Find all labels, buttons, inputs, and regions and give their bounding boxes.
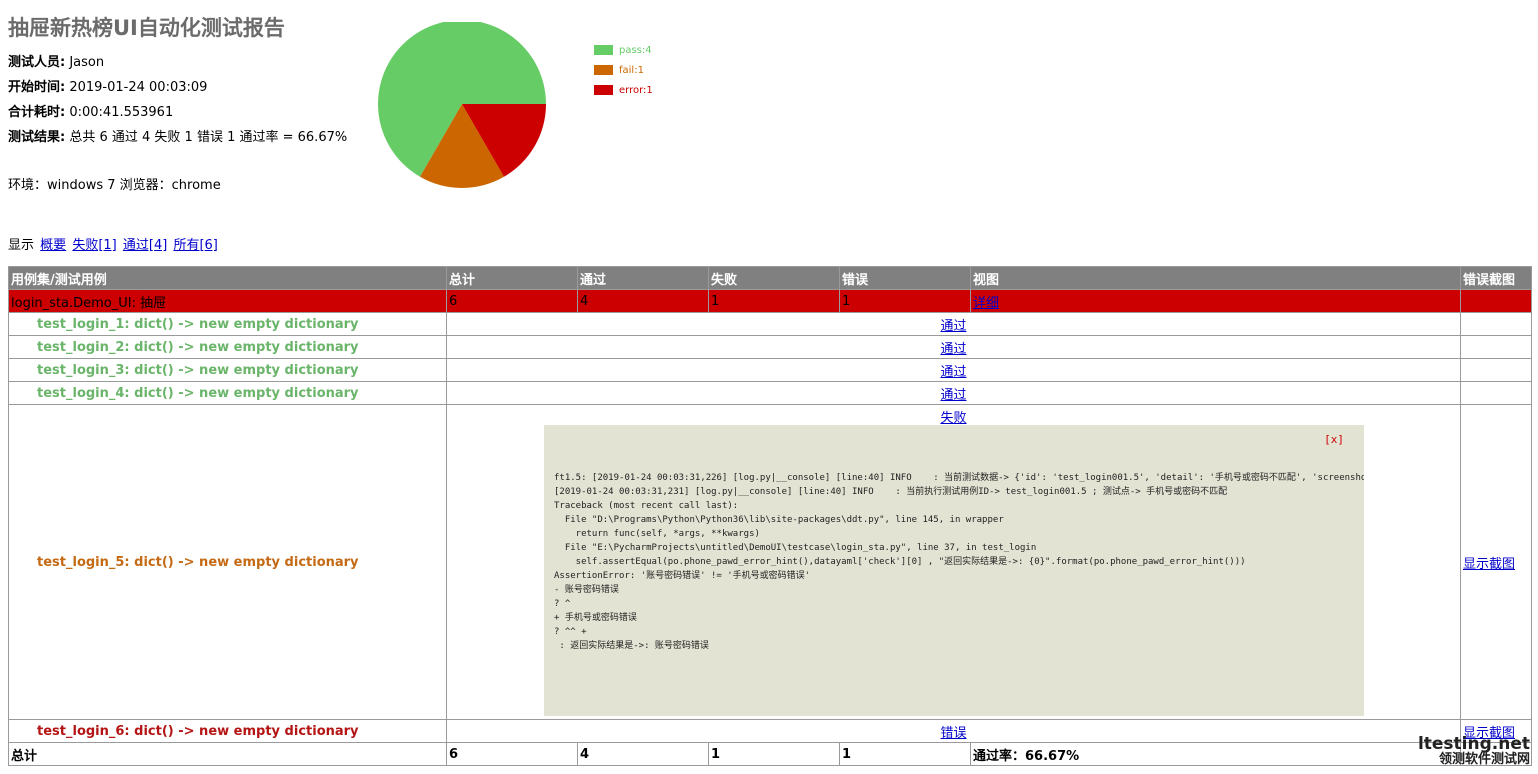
case-name: test_login_6: dict() -> new empty dictio… [8,719,447,743]
legend-fail-swatch [594,65,613,75]
total-row: 总计 6 4 1 1 通过率：66.67% [8,742,1532,766]
case-name: test_login_5: dict() -> new empty dictio… [8,404,447,720]
total-count: 6 [446,742,578,766]
attr-result: 测试结果: 总共 6 通过 4 失败 1 错误 1 通过率 = 66.67% [8,130,348,145]
attr-tester: 测试人员: Jason [8,55,105,70]
result-table: 用例集/测试用例 总计 通过 失败 错误 视图 错误截图 login_sta.D… [8,266,1532,766]
suite-detail-link[interactable]: 详细 [973,296,999,311]
suite-row: login_sta.Demo_UI: 抽屉 6 4 1 1 详细 [8,289,1532,313]
show-screenshot-link[interactable]: 显示截图 [1463,557,1515,572]
table-row: test_login_2: dict() -> new empty dictio… [8,335,1532,359]
attr-duration: 合计耗时: 0:00:41.553961 [8,105,174,120]
suite-error: 1 [839,289,971,313]
header-error: 错误 [839,266,971,290]
header-pass: 通过 [577,266,709,290]
filter-bar: 显示 概要 失败[1] 通过[4] 所有[6] [8,238,218,253]
result-pie-chart [378,22,546,188]
suite-name: login_sta.Demo_UI: 抽屉 [8,289,447,313]
filter-passed-link[interactable]: 通过[4] [123,238,167,253]
legend-error-swatch [594,85,613,95]
watermark: ltesting.net 领测软件测试网 [1417,734,1530,768]
total-label: 总计 [8,742,447,766]
legend-pass-swatch [594,45,613,55]
table-row: test_login_4: dict() -> new empty dictio… [8,381,1532,405]
header-case: 用例集/测试用例 [8,266,447,290]
total-error: 1 [839,742,971,766]
case-status-link[interactable]: 失败 [940,411,966,426]
header-total: 总计 [446,266,578,290]
suite-total: 6 [446,289,578,313]
attr-start-time: 开始时间: 2019-01-24 00:03:09 [8,80,208,95]
case-name: test_login_1: dict() -> new empty dictio… [8,312,447,336]
case-status-link[interactable]: 通过 [940,319,966,334]
case-name: test_login_3: dict() -> new empty dictio… [8,358,447,382]
filter-summary-link[interactable]: 概要 [40,238,66,253]
suite-pass: 4 [577,289,709,313]
total-pass: 4 [577,742,709,766]
case-status-link[interactable]: 通过 [940,365,966,380]
table-row: test_login_5: dict() -> new empty dictio… [8,404,1532,720]
total-pass-rate: 通过率：66.67% [970,742,1461,766]
case-name: test_login_4: dict() -> new empty dictio… [8,381,447,405]
environment-info: 环境：windows 7 浏览器：chrome [8,178,221,193]
legend-fail: fail:1 [594,65,644,77]
header-view: 视图 [970,266,1461,290]
filter-all-link[interactable]: 所有[6] [173,238,217,253]
table-header: 用例集/测试用例 总计 通过 失败 错误 视图 错误截图 [8,266,1532,290]
case-status-link[interactable]: 错误 [940,726,966,741]
table-row: test_login_6: dict() -> new empty dictio… [8,719,1532,743]
total-fail: 1 [708,742,840,766]
legend-error: error:1 [594,85,653,97]
header-fail: 失败 [708,266,840,290]
table-row: test_login_1: dict() -> new empty dictio… [8,312,1532,336]
table-row: test_login_3: dict() -> new empty dictio… [8,358,1532,382]
error-log-popup: [x] ft1.5: [2019-01-24 00:03:31,226] [lo… [544,425,1364,716]
error-log-text: ft1.5: [2019-01-24 00:03:31,226] [log.py… [554,473,1364,651]
report-title: 抽屉新热榜UI自动化测试报告 [8,16,285,40]
legend-pass: pass:4 [594,45,652,57]
popup-close-button[interactable]: [x] [1324,433,1344,446]
header-screenshot: 错误截图 [1460,266,1532,290]
case-status-link[interactable]: 通过 [940,388,966,403]
suite-fail: 1 [708,289,840,313]
case-status-link[interactable]: 通过 [940,342,966,357]
case-name: test_login_2: dict() -> new empty dictio… [8,335,447,359]
filter-failed-link[interactable]: 失败[1] [72,238,116,253]
